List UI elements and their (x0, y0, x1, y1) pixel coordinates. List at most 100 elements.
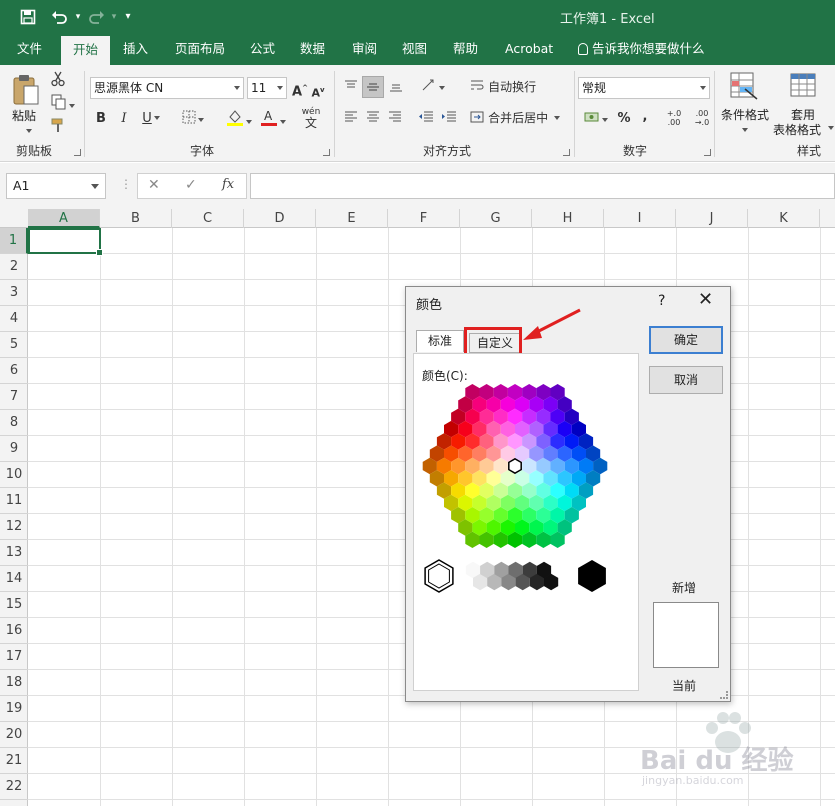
number-format-select[interactable]: 常规 (578, 77, 710, 99)
tab-help[interactable]: 帮助 (453, 34, 478, 65)
bold-icon[interactable]: B (94, 110, 108, 128)
row-header-8[interactable]: 8 (0, 410, 28, 436)
column-header-e[interactable]: E (316, 209, 388, 228)
column-header-j[interactable]: J (676, 209, 748, 228)
row-header-2[interactable]: 2 (0, 254, 28, 280)
cancel-button[interactable]: 取消 (649, 366, 723, 394)
increase-decimal-icon[interactable]: +.0 .00 (664, 109, 684, 127)
formula-input[interactable] (250, 173, 835, 199)
tab-formulas[interactable]: 公式 (250, 34, 275, 65)
column-header-b[interactable]: B (100, 209, 172, 228)
align-top-icon[interactable] (343, 80, 359, 98)
row-header-16[interactable]: 16 (0, 618, 28, 644)
format-as-table-label-2[interactable]: 表格格式 (773, 121, 821, 138)
cut-icon[interactable] (50, 71, 66, 93)
fill-color-icon[interactable] (222, 108, 256, 132)
tab-view[interactable]: 视图 (402, 34, 427, 65)
insert-function-icon[interactable]: fx (222, 177, 234, 192)
save-icon[interactable] (18, 7, 38, 27)
tab-acrobat[interactable]: Acrobat (505, 34, 553, 65)
enter-entry-icon[interactable]: ✓ (185, 177, 197, 193)
tab-home[interactable]: 开始 (61, 36, 111, 65)
row-header-1[interactable]: 1 (0, 228, 28, 254)
name-box[interactable]: A1 (6, 173, 106, 199)
conditional-formatting-icon[interactable] (728, 71, 760, 107)
row-header-15[interactable]: 15 (0, 592, 28, 618)
color-hexagon-palette[interactable] (414, 354, 640, 692)
number-launcher-icon[interactable] (704, 149, 711, 156)
row-header-10[interactable]: 10 (0, 462, 28, 488)
underline-icon[interactable]: U (138, 110, 164, 128)
wrap-text-button[interactable]: 自动换行 (470, 78, 540, 97)
clipboard-launcher-icon[interactable] (74, 149, 81, 156)
borders-icon[interactable] (178, 110, 208, 130)
decrease-decimal-icon[interactable]: .00 →.0 (692, 109, 712, 127)
increase-font-icon[interactable]: A^ (292, 79, 308, 101)
tab-insert[interactable]: 插入 (123, 34, 148, 65)
row-header-17[interactable]: 17 (0, 644, 28, 670)
decrease-font-icon[interactable]: Av (311, 81, 325, 103)
row-header-3[interactable]: 3 (0, 280, 28, 306)
paste-label[interactable]: 粘贴 (12, 107, 36, 124)
row-header-11[interactable]: 11 (0, 488, 28, 514)
row-header-12[interactable]: 12 (0, 514, 28, 540)
percent-style-icon[interactable]: % (616, 110, 632, 128)
align-bottom-icon[interactable] (388, 80, 404, 98)
conditional-formatting-label[interactable]: 条件格式 (721, 106, 769, 123)
tab-custom[interactable]: 自定义 (469, 333, 521, 353)
font-name-select[interactable]: 思源黑体 CN (90, 77, 244, 99)
column-header-k[interactable]: K (748, 209, 820, 228)
selected-cell[interactable] (28, 228, 103, 256)
font-launcher-icon[interactable] (323, 149, 330, 156)
undo-dropdown-icon[interactable]: ▾ (68, 7, 88, 27)
resize-grip-icon[interactable] (720, 691, 728, 699)
alignment-launcher-icon[interactable] (563, 149, 570, 156)
format-painter-icon[interactable] (50, 117, 66, 139)
row-header-20[interactable]: 20 (0, 722, 28, 748)
decrease-indent-icon[interactable] (417, 111, 435, 129)
align-middle-icon[interactable] (362, 76, 384, 98)
row-header-13[interactable]: 13 (0, 540, 28, 566)
column-header-h[interactable]: H (532, 209, 604, 228)
column-header-g[interactable]: G (460, 209, 532, 228)
row-header-7[interactable]: 7 (0, 384, 28, 410)
ok-button[interactable]: 确定 (649, 326, 723, 354)
row-header-19[interactable]: 19 (0, 696, 28, 722)
close-icon[interactable]: ✕ (698, 291, 713, 309)
paste-dropdown-icon[interactable] (26, 129, 32, 133)
column-header-i[interactable]: I (604, 209, 676, 228)
row-header-18[interactable]: 18 (0, 670, 28, 696)
font-color-icon[interactable]: A (256, 108, 290, 132)
undo-icon[interactable] (50, 7, 70, 27)
accounting-format-icon[interactable] (581, 110, 611, 130)
tell-me-box[interactable]: 告诉我你想要做什么 (578, 34, 705, 65)
align-right-icon[interactable] (387, 111, 403, 129)
name-box-dropdown-icon[interactable] (91, 184, 99, 189)
white-swatch[interactable] (424, 559, 454, 593)
tab-standard[interactable]: 标准 (416, 330, 464, 352)
row-header-21[interactable]: 21 (0, 748, 28, 774)
column-header-c[interactable]: C (172, 209, 244, 228)
black-swatch[interactable] (578, 560, 606, 592)
phonetic-guide-icon[interactable]: wén 文 (298, 107, 324, 130)
copy-icon[interactable] (49, 94, 77, 116)
orientation-icon[interactable] (418, 78, 448, 98)
format-as-table-icon[interactable] (787, 71, 819, 107)
comma-style-icon[interactable]: , (640, 108, 650, 126)
column-header-f[interactable]: F (388, 209, 460, 228)
row-header-4[interactable]: 4 (0, 306, 28, 332)
increase-indent-icon[interactable] (440, 111, 458, 129)
format-as-table-dropdown-icon[interactable] (828, 126, 834, 130)
help-icon[interactable]: ? (658, 293, 665, 309)
row-header-14[interactable]: 14 (0, 566, 28, 592)
row-header-5[interactable]: 5 (0, 332, 28, 358)
column-header-d[interactable]: D (244, 209, 316, 228)
row-header-22[interactable]: 22 (0, 774, 28, 800)
row-header-9[interactable]: 9 (0, 436, 28, 462)
customize-toolbar-icon[interactable]: ▾ (118, 7, 138, 27)
tab-file[interactable]: 文件 (17, 34, 42, 65)
tab-data[interactable]: 数据 (300, 34, 325, 65)
merge-center-button[interactable]: 合并后居中 (470, 109, 570, 128)
align-left-icon[interactable] (343, 111, 359, 129)
row-header-6[interactable]: 6 (0, 358, 28, 384)
